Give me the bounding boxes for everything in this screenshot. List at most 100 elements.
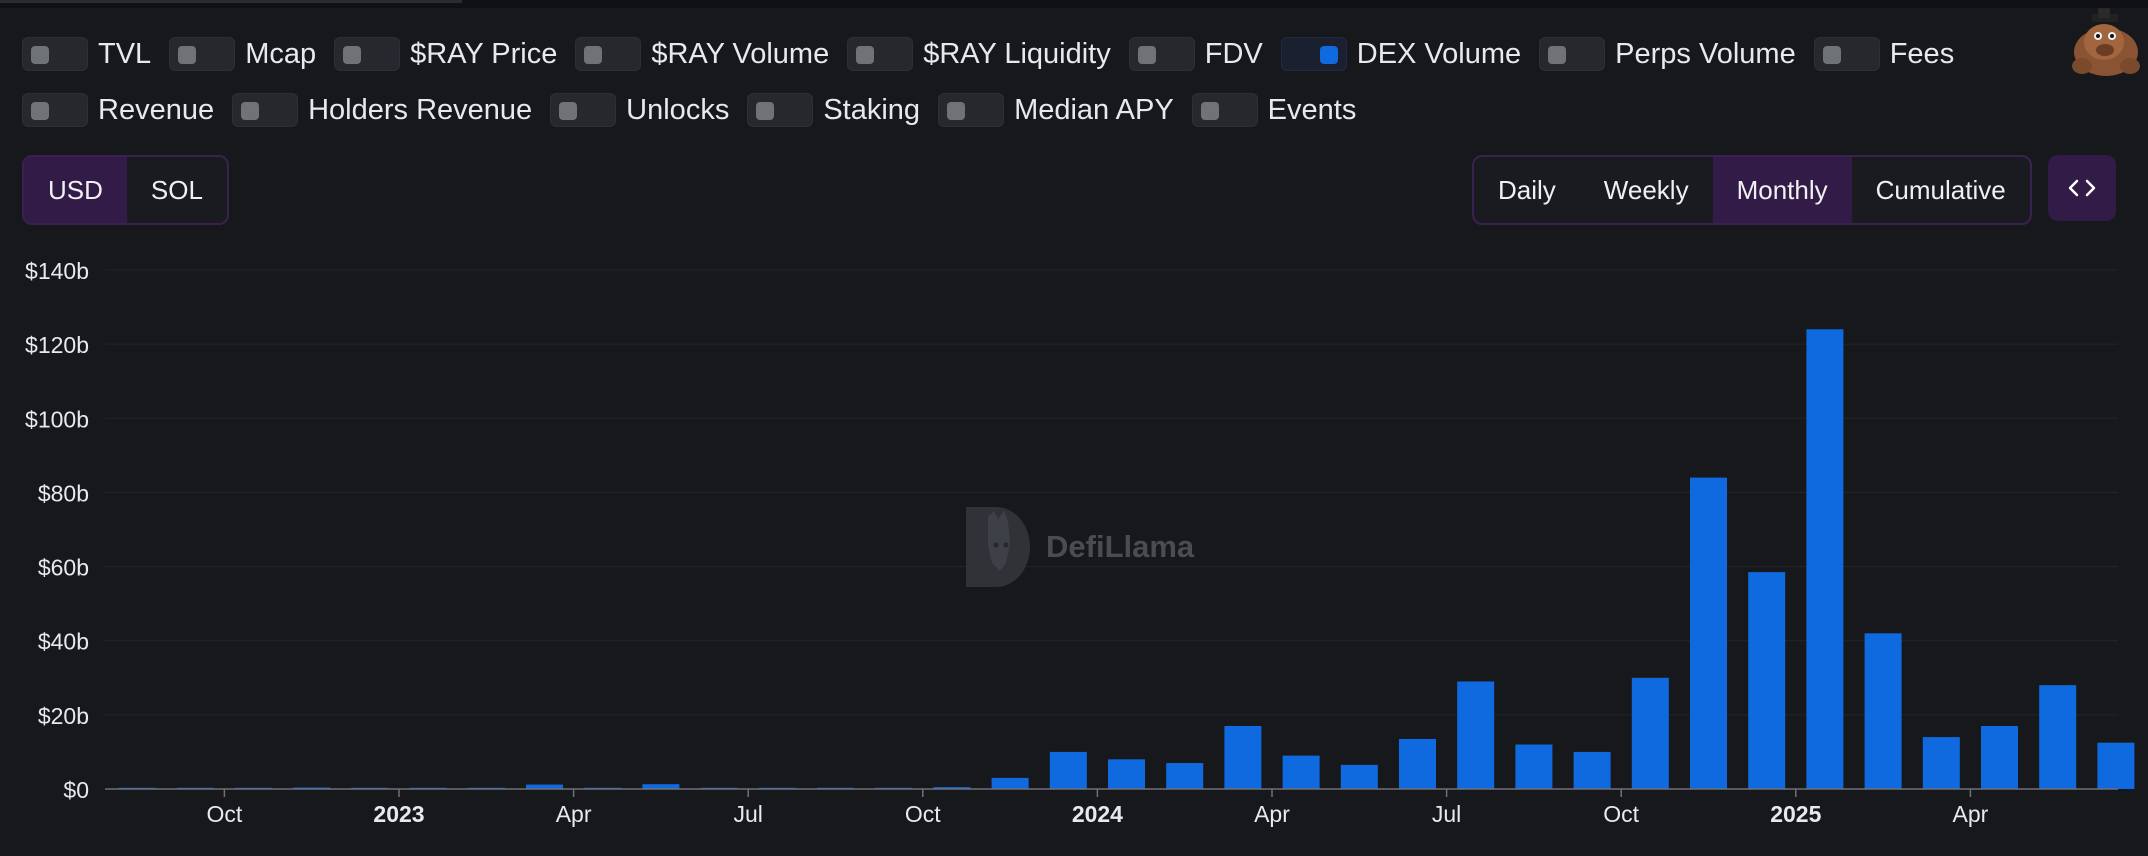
toggle-label: TVL [98,37,152,70]
y-tick-label: $20b [38,703,89,729]
toggle-label: Mcap [245,37,317,70]
bar-2024-05 [1340,764,1378,789]
bar-2023-12 [1049,751,1087,789]
toggle-perps-volume[interactable]: Perps Volume [1539,37,1796,71]
period-option-monthly[interactable]: Monthly [1712,157,1852,223]
toggle-switch[interactable] [938,93,1005,127]
toggle-knob [1319,46,1338,64]
bar-2024-09 [1573,751,1611,789]
x-tick-label: Oct [207,801,243,827]
toggle-holders-revenue[interactable]: Holders Revenue [232,93,532,127]
toggle-revenue[interactable]: Revenue [22,93,214,127]
toggle-switch[interactable] [1191,93,1258,127]
toggle-ray-price[interactable]: $RAY Price [334,37,557,71]
bar-2025-04 [1981,725,2018,789]
period-option-weekly[interactable]: Weekly [1580,157,1713,223]
toggle-ray-volume[interactable]: $RAY Volume [575,37,829,71]
period-option-daily[interactable]: Daily [1474,157,1580,223]
x-tick-label: Jul [1432,801,1461,827]
toggle-label: Revenue [98,93,215,126]
currency-selector: USD SOL [22,155,229,225]
period-option-cumulative[interactable]: Cumulative [1852,157,2030,223]
bar-2025-01 [1806,329,1844,789]
toggle-knob [584,46,603,64]
toggle-knob [31,102,49,120]
bar-2024-08 [1515,744,1553,789]
bar-2025-06 [2097,742,2135,789]
toggle-label: $RAY Price [410,37,558,70]
bar-2024-06 [1399,738,1436,789]
toggle-label: FDV [1204,37,1263,70]
toggle-knob [1200,102,1219,120]
metric-toggle-row-1: TVL Mcap $RAY Price $RAY Volume $RAY Liquidi… [22,34,2062,74]
toggle-label: Perps Volume [1615,37,1796,70]
toggle-switch[interactable] [1128,37,1195,71]
toggle-fees[interactable]: Fees [1813,37,1955,71]
bar-2024-03 [1224,725,1262,789]
top-strip-highlight [0,0,462,3]
toggle-unlocks[interactable]: Unlocks [550,93,729,127]
toggle-knob [241,102,260,120]
x-tick-label: Apr [1953,801,1989,827]
x-axis: Oct 2023 Apr Jul Oct 2024 Apr Jul Oct 2025 Apr [207,789,1989,827]
bar-2024-02 [1166,763,1204,789]
bar-2025-05 [2039,685,2077,789]
embed-button[interactable] [2048,155,2116,221]
watermark: DefiLlama [966,507,1195,587]
toggle-switch[interactable] [550,93,617,127]
toggle-label: Fees [1889,37,1955,70]
y-tick-label: $60b [38,555,89,581]
toggle-dex-volume[interactable]: DEX Volume [1280,37,1521,71]
toggle-switch[interactable] [1539,37,1606,71]
bar-2024-12 [1748,572,1786,789]
y-tick-label: $0 [63,777,89,803]
currency-option-usd[interactable]: USD [24,157,127,223]
toggle-events[interactable]: Events [1191,93,1356,127]
watermark-text: DefiLlama [1046,529,1195,564]
toggle-knob [856,46,875,64]
top-strip [0,0,2148,8]
toggle-median-apy[interactable]: Median APY [938,93,1174,127]
toggle-knob [1137,46,1156,64]
toggle-fdv[interactable]: FDV [1128,37,1263,71]
x-tick-label: 2024 [1072,801,1123,827]
toggle-switch[interactable] [1813,37,1880,71]
user-avatar[interactable] [2068,6,2142,82]
toggle-label: $RAY Volume [651,37,830,70]
avatar-llama-icon [2072,8,2140,76]
y-tick-label: $100b [25,406,89,432]
toggle-knob [343,46,362,64]
toggle-ray-liquidity[interactable]: $RAY Liquidity [847,37,1111,71]
x-tick-label: Oct [1603,801,1639,827]
toggle-label: $RAY Liquidity [923,37,1111,70]
code-icon [2068,179,2096,197]
toggle-switch[interactable] [1280,37,1347,71]
toggle-staking[interactable]: Staking [747,93,920,127]
x-tick-label: Apr [556,801,592,827]
toggle-switch[interactable] [169,37,236,71]
toggle-knob [559,102,578,120]
toggle-switch[interactable] [22,37,88,71]
period-selector: Daily Weekly Monthly Cumulative [1472,155,2032,225]
toggle-switch[interactable] [22,93,88,127]
currency-option-sol[interactable]: SOL [127,157,227,223]
bar-2025-02 [1864,633,1902,789]
toggle-knob [1548,46,1567,64]
toggle-switch[interactable] [847,37,914,71]
y-tick-label: $40b [38,629,89,655]
bar-2023-11 [991,777,1029,789]
metric-toggles: TVL Mcap $RAY Price $RAY Volume $RAY Liquidi… [22,34,2062,146]
toggle-switch[interactable] [575,37,642,71]
toggle-tvl[interactable]: TVL [22,37,151,71]
defillama-logo-icon [966,507,1030,587]
toggle-switch[interactable] [334,37,401,71]
bar-2024-01 [1108,759,1145,789]
toggle-switch[interactable] [232,93,299,127]
metric-toggle-row-2: Revenue Holders Revenue Unlocks Staking Medi… [22,90,2062,130]
x-tick-label: Oct [905,801,941,827]
toggle-knob [1822,46,1841,64]
bar-2024-07 [1457,681,1495,789]
toggle-mcap[interactable]: Mcap [169,37,316,71]
toggle-switch[interactable] [747,93,814,127]
bar-2024-04 [1282,755,1320,789]
